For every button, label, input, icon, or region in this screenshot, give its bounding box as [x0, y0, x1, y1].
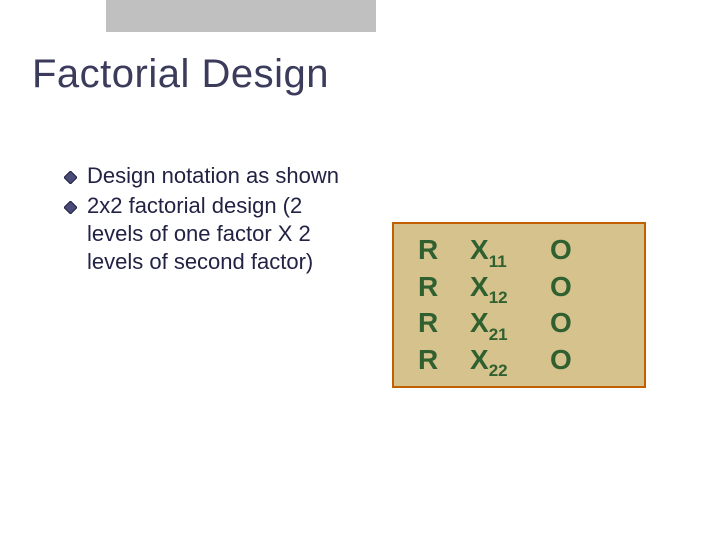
notation-r: R — [418, 307, 470, 339]
bullet-text: Design notation as shown — [87, 162, 339, 190]
notation-x: X22 — [470, 344, 550, 381]
notation-o: O — [550, 344, 572, 376]
notation-row: R X11 O — [418, 234, 626, 271]
bullet-item: Design notation as shown — [64, 162, 344, 190]
notation-r: R — [418, 234, 470, 266]
notation-r: R — [418, 344, 470, 376]
notation-row: R X12 O — [418, 271, 626, 308]
notation-o: O — [550, 234, 572, 266]
bullet-item: 2x2 factorial design (2 levels of one fa… — [64, 192, 344, 276]
notation-x: X21 — [470, 307, 550, 344]
notation-o: O — [550, 307, 572, 339]
notation-x: X11 — [470, 234, 550, 271]
notation-r: R — [418, 271, 470, 303]
slide-title: Factorial Design — [32, 52, 329, 97]
decorative-top-bar — [106, 0, 376, 32]
notation-x: X12 — [470, 271, 550, 308]
notation-row: R X22 O — [418, 344, 626, 381]
design-notation-box: R X11 O R X12 O R X21 O R X22 O — [392, 222, 646, 388]
notation-row: R X21 O — [418, 307, 626, 344]
notation-o: O — [550, 271, 572, 303]
diamond-bullet-icon — [64, 201, 77, 214]
bullet-text: 2x2 factorial design (2 levels of one fa… — [87, 192, 344, 276]
bullet-list: Design notation as shown 2x2 factorial d… — [64, 162, 344, 279]
diamond-bullet-icon — [64, 171, 77, 184]
